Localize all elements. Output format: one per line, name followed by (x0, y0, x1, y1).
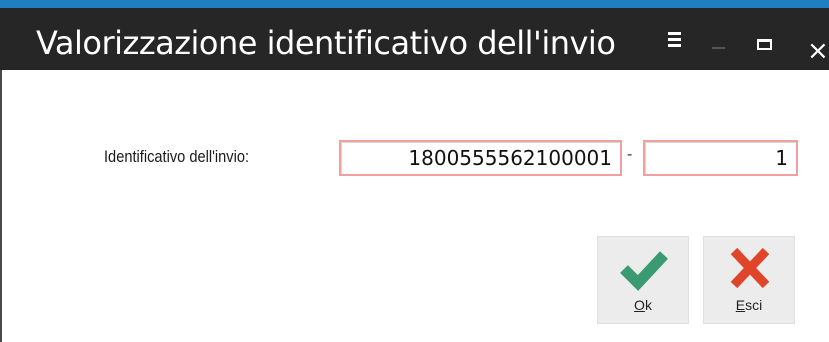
ok-button-label: Ok (634, 297, 652, 313)
x-icon (704, 245, 794, 291)
maximize-icon[interactable] (757, 32, 775, 52)
close-icon[interactable]: × (807, 38, 829, 64)
window-titlebar[interactable]: Valorizzazione identificativo dell'invio… (0, 0, 829, 70)
progressive-field[interactable]: 1 (643, 140, 798, 176)
ok-button[interactable]: Ok (597, 236, 689, 324)
identifier-label: Identificativo dell'invio: (104, 147, 250, 166)
field-separator: - (627, 146, 633, 163)
identifier-field[interactable]: 1800555562100001 (339, 140, 622, 176)
minimize-icon[interactable] (712, 32, 730, 52)
checkmark-icon (598, 245, 688, 291)
window-title: Valorizzazione identificativo dell'invio (36, 24, 616, 62)
exit-button[interactable]: Esci (703, 236, 795, 324)
menu-icon[interactable] (668, 32, 686, 52)
exit-button-label: Esci (735, 297, 763, 313)
